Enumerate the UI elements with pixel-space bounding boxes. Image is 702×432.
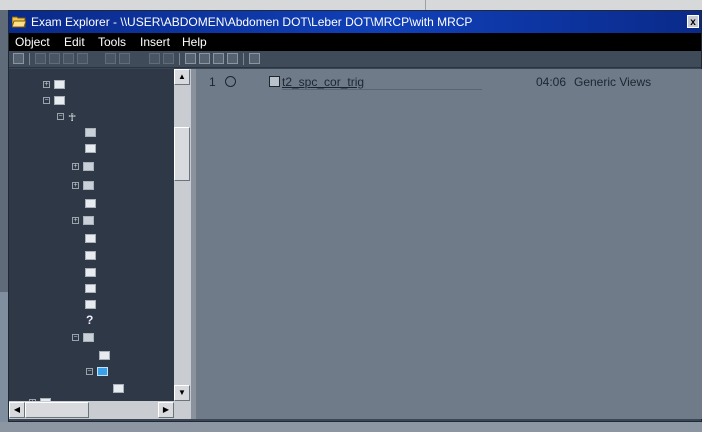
close-button[interactable]: x xyxy=(687,15,699,28)
row-underline xyxy=(282,89,482,90)
tree-node[interactable] xyxy=(9,126,174,140)
tree-node[interactable] xyxy=(9,349,174,363)
horizontal-scroll-thumb[interactable] xyxy=(25,402,89,418)
program-icon xyxy=(85,128,96,137)
tree-node[interactable]: − xyxy=(9,94,174,108)
status-icon xyxy=(225,76,236,87)
tree-node[interactable] xyxy=(9,142,174,156)
expand-plus-icon[interactable]: + xyxy=(72,163,79,170)
details-view-icon[interactable] xyxy=(227,53,238,64)
tree-node[interactable] xyxy=(9,282,174,296)
scroll-down-button[interactable]: ▼ xyxy=(174,385,190,401)
expand-minus-icon[interactable]: − xyxy=(43,97,50,104)
list-view-icon[interactable] xyxy=(213,53,224,64)
folder-icon xyxy=(113,384,124,393)
tree-node[interactable]: + xyxy=(9,160,174,174)
menu-edit[interactable]: Edit xyxy=(64,34,85,50)
small-icons-view-icon[interactable] xyxy=(199,53,210,64)
desktop-top-strip xyxy=(0,0,702,10)
paste-icon[interactable] xyxy=(63,53,74,64)
program-icon xyxy=(83,181,94,190)
tree-node[interactable]: + xyxy=(9,78,174,92)
tree-node[interactable] xyxy=(9,298,174,312)
patient-icon: ☥ xyxy=(68,112,77,124)
scroll-up-button[interactable]: ▲ xyxy=(174,69,190,85)
scroll-thumb[interactable] xyxy=(174,127,190,181)
tree-node[interactable] xyxy=(9,266,174,280)
tree-node[interactable]: ? xyxy=(9,313,174,328)
move-down-icon[interactable] xyxy=(119,53,130,64)
redo-icon[interactable] xyxy=(163,53,174,64)
properties-icon[interactable] xyxy=(249,53,260,64)
folder-open-icon xyxy=(12,16,26,28)
tree-node[interactable]: + xyxy=(9,214,174,228)
tree-node[interactable] xyxy=(9,382,174,396)
program-icon xyxy=(83,162,94,171)
exam-explorer-window: Exam Explorer - \\USER\ABDOMEN\Abdomen D… xyxy=(8,10,702,422)
program-icon xyxy=(83,216,94,225)
move-up-icon[interactable] xyxy=(105,53,116,64)
folder-icon xyxy=(99,351,110,360)
menu-insert[interactable]: Insert xyxy=(140,34,170,50)
scrollbar-corner xyxy=(174,401,190,419)
folder-icon xyxy=(85,199,96,208)
expand-plus-icon[interactable]: + xyxy=(72,217,79,224)
folder-icon xyxy=(54,80,65,89)
expand-plus-icon[interactable]: + xyxy=(43,81,50,88)
menu-tools[interactable]: Tools xyxy=(98,34,126,50)
expand-plus-icon[interactable]: + xyxy=(72,182,79,189)
toolbar-separator xyxy=(179,53,180,65)
tree-node[interactable] xyxy=(9,232,174,246)
duration: 04:06 xyxy=(536,75,567,89)
tree-node[interactable]: + xyxy=(9,179,174,193)
tree-node[interactable] xyxy=(9,249,174,263)
delete-icon[interactable] xyxy=(77,53,88,64)
protocol-name[interactable]: t2_spc_cor_trig xyxy=(282,75,364,89)
large-icons-view-icon[interactable] xyxy=(185,53,196,64)
views-label: Generic Views xyxy=(574,75,652,89)
tree-node[interactable] xyxy=(9,197,174,211)
title-bar[interactable]: Exam Explorer - \\USER\ABDOMEN\Abdomen D… xyxy=(9,11,701,33)
tree-node[interactable]: − xyxy=(9,365,174,379)
expand-minus-icon[interactable]: − xyxy=(86,368,93,375)
undo-icon[interactable] xyxy=(149,53,160,64)
menu-bar: Object Edit Tools Insert Help xyxy=(9,33,701,51)
toolbar-window-icon[interactable] xyxy=(13,53,24,64)
unknown-item-icon: ? xyxy=(86,313,94,327)
folder-icon xyxy=(85,234,96,243)
program-list: 1 t2_spc_cor_trig 04:06 Generic Views xyxy=(196,69,702,419)
folder-icon xyxy=(85,300,96,309)
program-icon xyxy=(83,333,94,342)
scroll-right-button[interactable]: ▶ xyxy=(158,402,174,418)
folder-icon xyxy=(85,284,96,293)
cut-icon[interactable] xyxy=(35,53,46,64)
list-item[interactable]: 1 t2_spc_cor_trig 04:06 Generic Views xyxy=(196,75,702,91)
toolbar-separator xyxy=(29,53,30,65)
tree-node[interactable]: − xyxy=(9,331,174,345)
folder-icon xyxy=(85,144,96,153)
tree-vertical-scrollbar[interactable]: ▲ ▼ xyxy=(174,69,190,401)
toolbar xyxy=(9,51,701,68)
window-title: Exam Explorer - \\USER\ABDOMEN\Abdomen D… xyxy=(31,15,473,29)
menu-help[interactable]: Help xyxy=(182,34,207,50)
folder-icon xyxy=(85,268,96,277)
expand-minus-icon[interactable]: − xyxy=(72,334,79,341)
toolbar-separator xyxy=(243,53,244,65)
desktop-divider xyxy=(425,0,426,10)
expand-minus-icon[interactable]: − xyxy=(57,113,64,120)
menu-object[interactable]: Object xyxy=(15,34,50,50)
tree-node[interactable]: − ☥ xyxy=(9,110,174,124)
copy-icon[interactable] xyxy=(49,53,60,64)
tree-horizontal-scrollbar[interactable]: ◀ ▶ xyxy=(9,401,174,419)
selected-step-icon xyxy=(97,367,108,376)
scroll-left-button[interactable]: ◀ xyxy=(9,402,25,418)
folder-icon xyxy=(85,251,96,260)
exam-tree: + − − ☥ + + + ? − − xyxy=(9,69,174,401)
protocol-icon xyxy=(269,76,280,87)
row-number: 1 xyxy=(209,75,216,89)
desktop-bottom-strip xyxy=(0,422,702,432)
folder-icon xyxy=(54,96,65,105)
